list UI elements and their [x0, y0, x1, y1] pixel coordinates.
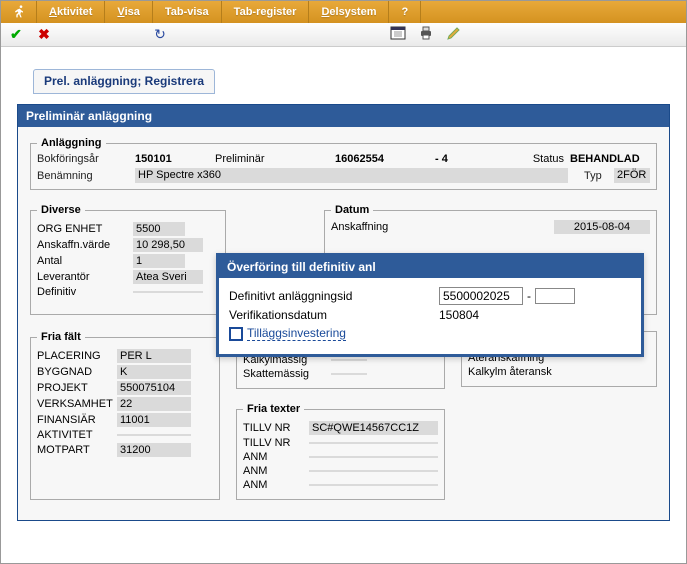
- label-definitivt-id: Definitivt anläggningsid: [229, 289, 439, 303]
- label-definitiv: Definitiv: [37, 286, 133, 298]
- value-tillv-nr-1[interactable]: SC#QWE14567CC1Z: [309, 421, 438, 435]
- legend-diverse: Diverse: [37, 204, 85, 216]
- label-anskaffn-varde: Anskaffn.värde: [37, 239, 133, 251]
- x-icon: ✖: [38, 26, 50, 43]
- label-verksamhet: VERKSAMHET: [37, 398, 117, 410]
- fieldset-diverse: Diverse ORG ENHET5500 Anskaffn.värde10 2…: [30, 204, 226, 315]
- value-placering[interactable]: PER L: [117, 349, 191, 363]
- value-finansiar[interactable]: 11001: [117, 413, 191, 427]
- label-anm-1: ANM: [243, 451, 309, 463]
- dialog-overforing: Överföring till definitiv anl Definitivt…: [216, 253, 644, 357]
- value-kalkylm-ateransk[interactable]: [578, 371, 650, 373]
- label-placering: PLACERING: [37, 350, 117, 362]
- breadcrumb[interactable]: Prel. anläggning; Registrera: [33, 69, 215, 94]
- confirm-button[interactable]: ✔: [7, 26, 25, 44]
- legend-datum: Datum: [331, 204, 373, 216]
- value-preliminar: Preliminär: [215, 153, 335, 165]
- menu-visa[interactable]: Visa: [105, 1, 152, 23]
- value-bokforingsar: 150101: [135, 153, 215, 165]
- legend-fria-texter: Fria texter: [243, 403, 304, 415]
- label-anm-3: ANM: [243, 479, 309, 491]
- value-anm-2[interactable]: [309, 470, 438, 472]
- label-motpart: MOTPART: [37, 444, 117, 456]
- value-status: BEHANDLAD: [570, 153, 650, 165]
- value-anm-1[interactable]: [309, 456, 438, 458]
- panel-title: Preliminär anläggning: [18, 105, 669, 127]
- value-anskaffning[interactable]: 2015-08-04: [554, 220, 650, 234]
- menu-delsystem[interactable]: Delsystem: [309, 1, 389, 23]
- value-leverantor[interactable]: Atea Sveri: [133, 270, 203, 284]
- label-anm-2: ANM: [243, 465, 309, 477]
- menu-help[interactable]: ?: [389, 1, 421, 23]
- dialog-title[interactable]: Överföring till definitiv anl: [219, 256, 641, 278]
- value-verifikationsdatum[interactable]: 150804: [439, 308, 479, 322]
- cancel-button[interactable]: ✖: [35, 26, 53, 44]
- value-definitiv[interactable]: [133, 291, 203, 293]
- legend-anlaggning: Anläggning: [37, 137, 106, 149]
- checkbox-tillaggsinvestering[interactable]: [229, 327, 243, 341]
- label-projekt: PROJEKT: [37, 382, 117, 394]
- value-ateranskaffning[interactable]: [578, 357, 650, 359]
- value-org-enhet[interactable]: 5500: [133, 222, 185, 236]
- input-definitivt-id-ext[interactable]: [535, 288, 575, 304]
- menu-aktivitet[interactable]: Aktivitet: [37, 1, 105, 23]
- print-icon: [418, 25, 434, 44]
- label-antal: Antal: [37, 255, 133, 267]
- refresh-icon: ↻: [154, 26, 166, 43]
- separator-dash: -: [523, 289, 535, 303]
- label-verifikationsdatum: Verifikationsdatum: [229, 308, 439, 322]
- fieldset-fria-texter: Fria texter TILLV NRSC#QWE14567CC1Z TILL…: [236, 403, 445, 500]
- value-tillv-nr-2[interactable]: [309, 442, 438, 444]
- label-skattemassig: Skattemässig: [243, 368, 331, 380]
- value-verksamhet[interactable]: 22: [117, 397, 191, 411]
- app-icon[interactable]: [1, 1, 37, 23]
- calendar-button[interactable]: [389, 26, 407, 44]
- value-anm-3[interactable]: [309, 484, 438, 486]
- value-skattemassig[interactable]: [331, 373, 367, 375]
- value-anl-sub: - 4: [435, 153, 465, 165]
- value-benamning[interactable]: HP Spectre x360: [135, 168, 568, 183]
- label-byggnad: BYGGNAD: [37, 366, 117, 378]
- label-anskaffning: Anskaffning: [331, 221, 423, 233]
- value-motpart[interactable]: 31200: [117, 443, 191, 457]
- pencil-icon: [446, 25, 462, 44]
- breadcrumb-area: Prel. anläggning; Registrera: [1, 47, 686, 94]
- label-tillv-nr-1: TILLV NR: [243, 422, 309, 434]
- menubar: Aktivitet Visa Tab-visa Tab-register Del…: [1, 1, 686, 23]
- menu-tab-register[interactable]: Tab-register: [222, 1, 310, 23]
- value-antal[interactable]: 1: [133, 254, 185, 268]
- label-finansiar: FINANSIÄR: [37, 414, 117, 426]
- label-benamning: Benämning: [37, 170, 135, 182]
- value-anl-id: 16062554: [335, 153, 435, 165]
- refresh-button[interactable]: ↻: [151, 26, 169, 44]
- value-typ: 2FÖR: [614, 168, 650, 183]
- label-kalkylm-ateransk: Kalkylm återansk: [468, 366, 578, 378]
- edit-button[interactable]: [445, 26, 463, 44]
- menu-tab-visa[interactable]: Tab-visa: [153, 1, 222, 23]
- print-button[interactable]: [417, 26, 435, 44]
- label-tillv-nr-2: TILLV NR: [243, 437, 309, 449]
- calendar-icon: [390, 25, 406, 44]
- value-byggnad[interactable]: K: [117, 365, 191, 379]
- fieldset-anlaggning: Anläggning Bokföringsår 150101 Preliminä…: [30, 137, 657, 190]
- value-kalkylmassig[interactable]: [331, 359, 367, 361]
- toolbar: ✔ ✖ ↻: [1, 23, 686, 47]
- value-projekt[interactable]: 550075104: [117, 381, 191, 395]
- label-tillaggsinvestering[interactable]: Tilläggsinvestering: [247, 326, 346, 341]
- input-definitivt-id[interactable]: 5500002025: [439, 287, 523, 305]
- label-typ: Typ: [584, 170, 614, 182]
- label-status: Status: [500, 153, 570, 165]
- label-bokforingsar: Bokföringsår: [37, 153, 135, 165]
- label-leverantor: Leverantör: [37, 271, 133, 283]
- label-aktivitet: AKTIVITET: [37, 429, 117, 441]
- value-anskaffn-varde[interactable]: 10 298,50: [133, 238, 203, 252]
- value-aktivitet[interactable]: [117, 434, 191, 436]
- legend-fria-falt: Fria fält: [37, 331, 85, 343]
- fieldset-fria-falt: Fria fält PLACERINGPER L BYGGNADK PROJEK…: [30, 331, 220, 500]
- check-icon: ✔: [10, 26, 22, 43]
- label-org-enhet: ORG ENHET: [37, 223, 133, 235]
